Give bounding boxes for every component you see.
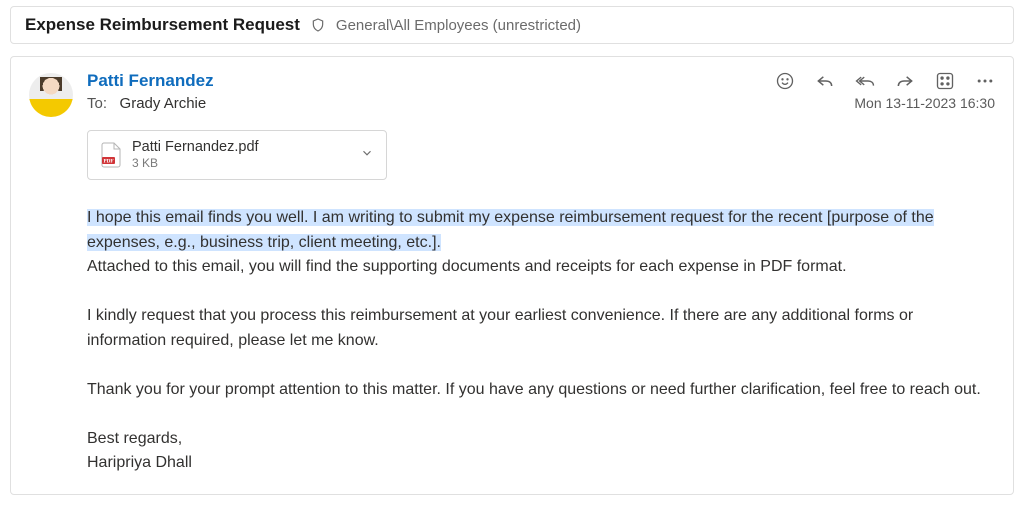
attachment-name: Patti Fernandez.pdf: [132, 139, 350, 156]
attachment-chip[interactable]: PDF Patti Fernandez.pdf 3 KB: [87, 130, 387, 180]
chevron-down-icon[interactable]: [360, 146, 374, 163]
attachment-size: 3 KB: [132, 156, 350, 170]
reply-all-icon[interactable]: [855, 71, 875, 91]
react-icon[interactable]: [775, 71, 795, 91]
shield-icon: [310, 17, 326, 33]
body-selected-text: I hope this email finds you well. I am w…: [87, 209, 934, 251]
body-paragraph-1b: Attached to this email, you will find th…: [87, 258, 847, 275]
svg-text:PDF: PDF: [103, 158, 113, 164]
body-paragraph-2: I kindly request that you process this r…: [87, 304, 995, 354]
to-line: To: Grady Archie: [87, 95, 206, 112]
email-subject: Expense Reimbursement Request: [25, 15, 300, 35]
to-name[interactable]: Grady Archie: [120, 95, 207, 112]
forward-icon[interactable]: [895, 71, 915, 91]
pdf-icon: PDF: [100, 142, 122, 168]
body-signature: Haripriya Dhall: [87, 451, 995, 476]
message-actions: [775, 71, 995, 91]
from-name[interactable]: Patti Fernandez: [87, 71, 214, 91]
sensitivity-label: General\All Employees (unrestricted): [336, 17, 581, 34]
to-label: To:: [87, 95, 107, 112]
reply-icon[interactable]: [815, 71, 835, 91]
avatar[interactable]: [29, 73, 73, 117]
received-timestamp: Mon 13-11-2023 16:30: [854, 95, 995, 111]
subject-bar: Expense Reimbursement Request General\Al…: [10, 6, 1014, 44]
more-icon[interactable]: [975, 71, 995, 91]
message-card: Patti Fernandez: [10, 56, 1014, 495]
email-body: I hope this email finds you well. I am w…: [87, 206, 995, 476]
apps-icon[interactable]: [935, 71, 955, 91]
body-paragraph-3: Thank you for your prompt attention to t…: [87, 378, 995, 403]
body-signoff: Best regards,: [87, 427, 995, 452]
